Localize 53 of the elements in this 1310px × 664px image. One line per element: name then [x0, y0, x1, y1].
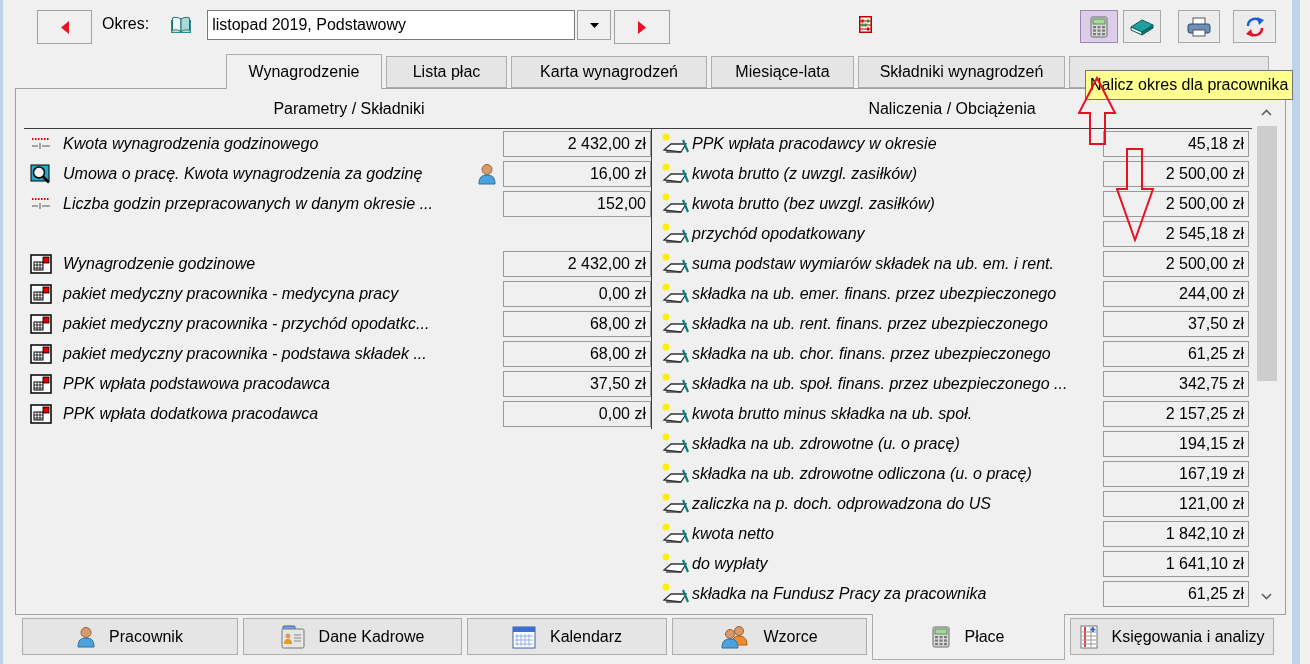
- row-label: składka na ub. zdrowotne (u. o pracę): [692, 435, 960, 452]
- value-field: 2 500,00 zł: [1103, 191, 1249, 217]
- row-label: kwota brutto (z uwzgl. zasiłków): [692, 165, 917, 182]
- value-field: 342,75 zł: [1103, 371, 1249, 397]
- row-label: pakiet medyczny pracownika - medycyna pracy: [63, 285, 399, 302]
- value-field: 194,15 zł: [1103, 431, 1249, 457]
- value-field: 2 157,25 zł: [1103, 401, 1249, 427]
- row-label: składka na Fundusz Pracy za pracownika: [692, 585, 987, 602]
- value-field: 2 432,00 zł: [503, 131, 651, 157]
- value-field: 37,50 zł: [1103, 311, 1249, 337]
- value-field: 0,00 zł: [503, 401, 651, 427]
- row-label: Kwota wynagrodzenia godzinowego: [63, 135, 319, 152]
- period-label: Okres:: [102, 14, 150, 34]
- row-label: kwota brutto minus składka na ub. społ.: [692, 405, 973, 422]
- row-label: zaliczka na p. doch. odprowadzona do US: [692, 495, 991, 512]
- value-field: 2 432,00 zł: [503, 251, 651, 277]
- row-label: pakiet medyczny pracownika - przychód opodatkc...: [63, 315, 430, 332]
- value-field: 45,18 zł: [1103, 131, 1249, 157]
- row-label: składka na ub. społ. finans. przez ubezpieczonego ...: [692, 375, 1068, 392]
- row-label: składka na ub. rent. finans. przez ubezpieczonego: [692, 315, 1048, 332]
- value-field: 1 641,10 zł: [1103, 551, 1249, 577]
- value-field: 0,00 zł: [503, 281, 651, 307]
- value-field: 121,00 zł: [1103, 491, 1249, 517]
- row-label: Wynagrodzenie godzinowe: [63, 255, 256, 272]
- row-label: składka na ub. zdrowotne odliczona (u. o pracę): [692, 465, 1032, 482]
- value-field: 16,00 zł: [503, 161, 651, 187]
- value-field: 244,00 zł: [1103, 281, 1249, 307]
- row-label: PPK wpłata pracodawcy w okresie: [692, 135, 937, 152]
- row-label: Liczba godzin przepracowanych w danym okresie ...: [63, 195, 433, 212]
- row-label: do wypłaty: [692, 555, 768, 572]
- row-label: składka na ub. chor. finans. przez ubezpieczonego: [692, 345, 1051, 362]
- row-label: PPK wpłata podstawowa pracodawca: [63, 375, 330, 392]
- row-label: pakiet medyczny pracownika - podstawa składek ...: [63, 345, 427, 362]
- value-field: 61,25 zł: [1103, 581, 1249, 607]
- row-label: suma podstaw wymiarów składek na ub. em. i rent.: [692, 255, 1054, 272]
- value-field: 2 500,00 zł: [1103, 161, 1249, 187]
- value-field: 68,00 zł: [503, 341, 651, 367]
- value-field: 167,19 zł: [1103, 461, 1249, 487]
- column-heading: Naliczenia / Obciążenia: [868, 98, 1036, 119]
- row-label: Umowa o pracę. Kwota wynagrodzenia za godzinę: [63, 165, 423, 182]
- value-field: 2 500,00 zł: [1103, 251, 1249, 277]
- row-label: kwota netto: [692, 525, 774, 542]
- value-field: 37,50 zł: [503, 371, 651, 397]
- row-label: składka na ub. emer. finans. przez ubezpieczonego: [692, 285, 1057, 302]
- value-field: 68,00 zł: [503, 311, 651, 337]
- value-field: 152,00: [503, 191, 651, 217]
- column-heading: Parametry / Składniki: [273, 98, 425, 119]
- row-label: kwota brutto (bez uwzgl. zasiłków): [692, 195, 935, 212]
- value-field: 61,25 zł: [1103, 341, 1249, 367]
- row-label: przychód opodatkowany: [692, 225, 865, 242]
- value-field: 1 842,10 zł: [1103, 521, 1249, 547]
- row-label: PPK wpłata dodatkowa pracodawca: [63, 405, 319, 422]
- value-field: 2 545,18 zł: [1103, 221, 1249, 247]
